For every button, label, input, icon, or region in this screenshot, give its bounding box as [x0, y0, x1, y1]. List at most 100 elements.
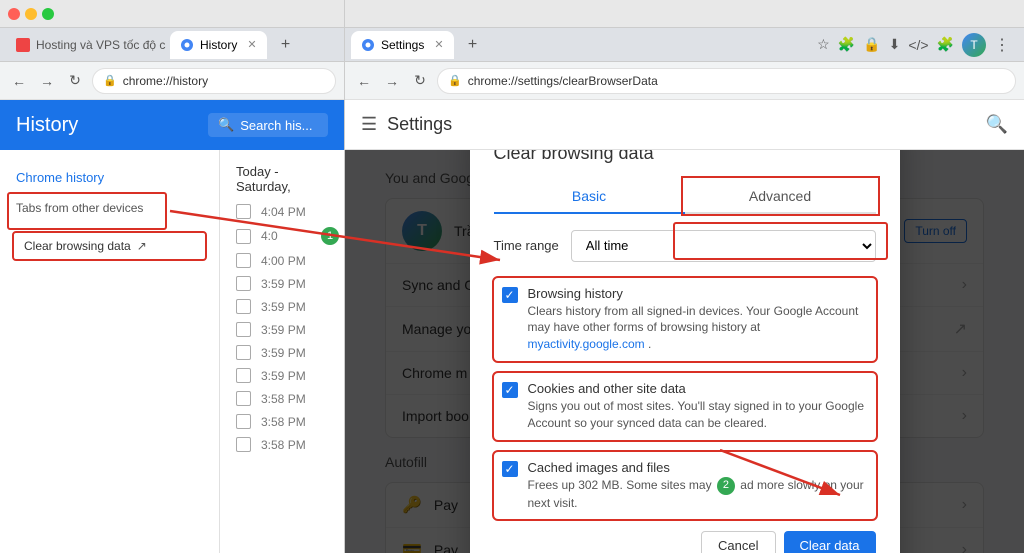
badge-2: 2 [717, 477, 735, 495]
hamburger-icon[interactable]: ☰ [361, 114, 377, 135]
tab-close-history[interactable]: ✕ [247, 38, 256, 51]
dialog-tabs: Basic Advanced [494, 180, 876, 214]
history-main: Today - Saturday, 4:04 PM 4:0 1 4:00 PM … [220, 150, 344, 553]
tab-basic[interactable]: Basic [494, 180, 685, 214]
history-item-time: 3:59 PM [261, 323, 311, 337]
browser-toolbar-right: ☆ 🧩 🔒 ⬇ </> 🧩 T ⋮ [817, 33, 1018, 57]
profile-avatar[interactable]: T [962, 33, 986, 57]
extension-icon[interactable]: 🧩 [838, 36, 855, 53]
cached-item: ✓ Cached images and files Frees up 302 M… [494, 452, 876, 520]
badge-notification: 1 [321, 227, 339, 245]
time-range-label: Time range [494, 238, 559, 253]
tab-hosting[interactable]: Hosting và VPS tốc độ cao, b... ✕ [6, 31, 166, 59]
settings-back-button[interactable]: ← [353, 70, 375, 92]
cached-checkbox[interactable]: ✓ [502, 461, 518, 477]
lock-icon-toolbar: 🔒 [863, 36, 880, 53]
history-item-checkbox[interactable] [236, 368, 251, 383]
history-item-time: 4:00 PM [261, 254, 311, 268]
browsing-history-title: Browsing history [528, 286, 868, 301]
sidebar-item-chrome-history[interactable]: Chrome history [0, 162, 219, 193]
new-tab-button[interactable]: + [275, 34, 297, 56]
forward-button[interactable]: → [36, 70, 58, 92]
history-item-checkbox[interactable] [236, 253, 251, 268]
history-search-box[interactable]: 🔍 Search his... [208, 113, 328, 137]
cookies-desc: Signs you out of most sites. You'll stay… [528, 398, 868, 432]
list-item: 3:59 PM [220, 341, 344, 364]
cached-desc: Frees up 302 MB. Some sites may 2 ad mor… [528, 477, 868, 512]
tab-history[interactable]: History ✕ [170, 31, 267, 59]
clear-browsing-data-dialog: Clear browsing data Basic Advanced Time … [470, 150, 900, 553]
history-date-header: Today - Saturday, [220, 158, 344, 200]
settings-page-title: Settings [387, 114, 452, 135]
clear-data-button[interactable]: Clear data [784, 531, 876, 553]
settings-toolbar: ☰ Settings 🔍 [345, 100, 1024, 150]
cookies-item: ✓ Cookies and other site data Signs you … [494, 373, 876, 440]
code-icon[interactable]: </> [908, 37, 928, 53]
tab-favicon-hosting [16, 38, 30, 52]
minimize-button[interactable] [25, 8, 37, 20]
time-range-select[interactable]: All time Last hour Last 24 hours Last 7 … [571, 230, 876, 262]
menu-icon[interactable]: ⋮ [994, 35, 1010, 55]
star-icon[interactable]: ☆ [817, 36, 830, 53]
cached-text: Cached images and files Frees up 302 MB.… [528, 460, 868, 512]
list-item: 3:59 PM [220, 318, 344, 341]
history-item-checkbox[interactable] [236, 437, 251, 452]
history-item-time: 3:59 PM [261, 369, 311, 383]
list-item: 4:00 PM [220, 249, 344, 272]
settings-address-box[interactable]: 🔒 chrome://settings/clearBrowserData [437, 68, 1016, 94]
settings-new-tab-button[interactable]: + [462, 34, 484, 56]
settings-lock-icon: 🔒 [448, 74, 462, 87]
tab-advanced[interactable]: Advanced [685, 180, 876, 212]
history-item-checkbox[interactable] [236, 391, 251, 406]
browsing-history-checkbox[interactable]: ✓ [502, 287, 518, 303]
list-item: 3:59 PM [220, 272, 344, 295]
history-item-time: 3:58 PM [261, 392, 311, 406]
cached-title: Cached images and files [528, 460, 868, 475]
history-item-checkbox[interactable] [236, 414, 251, 429]
history-address-box[interactable]: 🔒 chrome://history [92, 68, 336, 94]
cancel-button[interactable]: Cancel [701, 531, 775, 553]
clear-browsing-data-button[interactable]: Clear browsing data ↗ [12, 231, 207, 261]
close-button[interactable] [8, 8, 20, 20]
tab-favicon-history [180, 38, 194, 52]
settings-search-icon[interactable]: 🔍 [986, 114, 1008, 135]
cookies-text: Cookies and other site data Signs you ou… [528, 381, 868, 432]
history-titlebar [0, 0, 344, 28]
history-item-checkbox[interactable] [236, 204, 251, 219]
cookies-checkbox[interactable]: ✓ [502, 382, 518, 398]
tab-hosting-label: Hosting và VPS tốc độ cao, b... [36, 38, 166, 52]
history-address-bar: ← → ↻ 🔒 chrome://history [0, 62, 344, 100]
maximize-button[interactable] [42, 8, 54, 20]
history-item-time: 3:59 PM [261, 300, 311, 314]
list-item: 3:59 PM [220, 364, 344, 387]
lock-icon: 🔒 [103, 74, 117, 87]
tab-settings[interactable]: Settings ✕ [351, 31, 454, 59]
reload-button[interactable]: ↻ [64, 70, 86, 92]
history-item-checkbox[interactable] [236, 322, 251, 337]
settings-reload-button[interactable]: ↻ [409, 70, 431, 92]
settings-url: chrome://settings/clearBrowserData [468, 74, 658, 88]
history-item-checkbox[interactable] [236, 345, 251, 360]
history-search-placeholder: Search his... [240, 118, 312, 133]
settings-titlebar [345, 0, 1024, 28]
settings-forward-button[interactable]: → [381, 70, 403, 92]
traffic-lights [8, 8, 54, 20]
history-item-checkbox[interactable] [236, 299, 251, 314]
list-item: 3:59 PM [220, 295, 344, 318]
browsing-history-desc-suffix: . [648, 337, 651, 351]
history-sidebar: Chrome history Tabs from other devices C… [0, 150, 220, 553]
history-item-checkbox[interactable] [236, 276, 251, 291]
tab-settings-close[interactable]: ✕ [434, 38, 443, 51]
checkbox-check-icon: ✓ [504, 288, 514, 302]
puzzle-icon[interactable]: 🧩 [937, 36, 954, 53]
download-icon[interactable]: ⬇ [889, 36, 901, 53]
cookies-check-icon: ✓ [504, 383, 514, 397]
tab-settings-label: Settings [381, 38, 424, 52]
modal-overlay: Clear browsing data Basic Advanced Time … [345, 150, 1024, 553]
settings-tab-bar: Settings ✕ + ☆ 🧩 🔒 ⬇ </> 🧩 T ⋮ [345, 28, 1024, 62]
myactivity-link[interactable]: myactivity.google.com [528, 337, 645, 351]
back-button[interactable]: ← [8, 70, 30, 92]
history-tab-bar: Hosting và VPS tốc độ cao, b... ✕ Histor… [0, 28, 344, 62]
browsing-history-desc-text: Clears history from all signed-in device… [528, 304, 859, 335]
history-item-checkbox[interactable] [236, 229, 251, 244]
